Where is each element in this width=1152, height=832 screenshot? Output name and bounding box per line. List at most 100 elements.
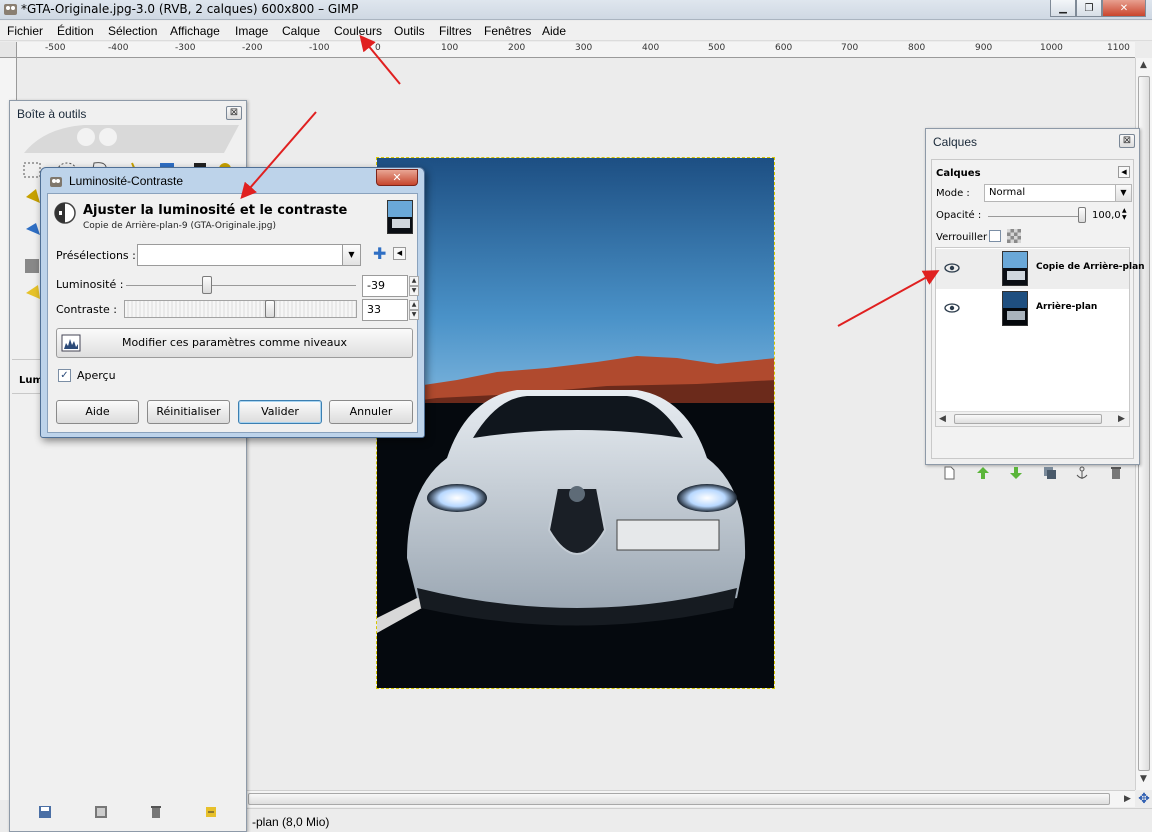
layer-row[interactable]: Copie de Arrière-plan: [936, 249, 1145, 289]
maximize-button[interactable]: ❐: [1076, 0, 1102, 17]
ruler-label: -200: [242, 43, 263, 53]
save-options-icon[interactable]: [38, 805, 52, 819]
presets-select[interactable]: ▼: [137, 244, 361, 266]
status-bar: -plan (8,0 Mio): [244, 808, 1152, 832]
spin-up-icon[interactable]: ▲: [409, 276, 419, 286]
contrast-slider-handle[interactable]: [265, 300, 275, 318]
dialog-title: Luminosité-Contraste: [69, 174, 184, 188]
lock-pixels-checkbox[interactable]: [989, 230, 1001, 242]
opacity-slider-handle[interactable]: [1078, 207, 1086, 223]
brightness-spinbox[interactable]: -39 ▲ ▼: [362, 275, 419, 297]
add-preset-icon[interactable]: ✚: [373, 246, 386, 262]
preset-menu-arrow-icon[interactable]: ◀: [393, 247, 406, 260]
layer-row[interactable]: Arrière-plan: [936, 289, 1129, 329]
reset-options-icon[interactable]: [204, 805, 218, 819]
mode-select[interactable]: Normal ▼: [984, 184, 1132, 202]
ruler-corner[interactable]: [0, 42, 17, 58]
menu-couleurs[interactable]: Couleurs: [334, 24, 382, 38]
menu-fenetres[interactable]: Fenêtres: [484, 24, 531, 38]
navigate-icon[interactable]: ✥: [1136, 791, 1152, 807]
horizontal-ruler[interactable]: -500 -400 -300 -200 -100 0 100 200 300 4…: [17, 42, 1135, 58]
layers-tab-label[interactable]: Calques: [936, 168, 981, 179]
restore-options-icon[interactable]: [94, 805, 108, 819]
menu-affichage[interactable]: Affichage: [170, 24, 220, 38]
spin-up-icon[interactable]: ▲: [409, 300, 419, 310]
scroll-right-arrow-icon[interactable]: ▶: [1118, 414, 1125, 424]
delete-options-icon[interactable]: [149, 805, 163, 819]
tab-menu-arrow-icon[interactable]: ◀: [1118, 166, 1130, 178]
layer-name[interactable]: Copie de Arrière-plan: [1036, 262, 1145, 272]
brightness-contrast-icon: [54, 202, 76, 224]
dialog-heading: Ajuster la luminosité et le contraste: [83, 203, 348, 218]
menu-filtres[interactable]: Filtres: [439, 24, 472, 38]
ruler-label: 400: [642, 43, 660, 53]
image-canvas[interactable]: [376, 157, 775, 689]
layers-close-icon[interactable]: ⊠: [1119, 134, 1135, 148]
help-button[interactable]: Aide: [56, 400, 139, 424]
menu-selection[interactable]: Sélection: [108, 24, 157, 38]
layer-name[interactable]: Arrière-plan: [1036, 302, 1097, 312]
dialog-close-button[interactable]: ✕: [376, 169, 418, 186]
layers-scroll-thumb[interactable]: [954, 414, 1102, 424]
anchor-layer-icon[interactable]: [1075, 466, 1089, 480]
preview-checkbox[interactable]: ✓: [58, 369, 71, 382]
menu-calque[interactable]: Calque: [282, 24, 320, 38]
contrast-label: Contraste :: [56, 303, 117, 316]
edit-as-levels-label: Modifier ces paramètres comme niveaux: [121, 336, 348, 349]
spin-down-icon[interactable]: ▼: [409, 310, 419, 320]
chevron-down-icon[interactable]: ▼: [342, 245, 360, 265]
contrast-slider-track[interactable]: [124, 300, 357, 318]
layer-thumbnail: [1002, 251, 1028, 286]
layers-list: Copie de Arrière-plan Arrière-plan ◀ ▶: [935, 247, 1145, 427]
new-layer-icon[interactable]: [942, 466, 956, 480]
minimize-button[interactable]: ▁: [1050, 0, 1076, 17]
status-text: -plan (8,0 Mio): [252, 815, 330, 829]
scroll-up-arrow-icon[interactable]: ▲: [1140, 60, 1147, 70]
contrast-spinbox[interactable]: 33 ▲ ▼: [362, 299, 419, 321]
reset-button[interactable]: Réinitialiser: [147, 400, 230, 424]
toolbox-close-icon[interactable]: ⊠: [226, 106, 242, 120]
opacity-slider-track[interactable]: [988, 216, 1084, 217]
opacity-value[interactable]: 100,0: [1092, 210, 1121, 221]
brightness-contrast-dialog: Luminosité-Contraste ✕ Ajuster la lumino…: [40, 167, 425, 438]
horizontal-scrollbar[interactable]: ▶: [244, 790, 1135, 807]
brightness-slider-track[interactable]: [126, 285, 356, 286]
horizontal-scroll-thumb[interactable]: [248, 793, 1110, 805]
window-titlebar: *GTA-Originale.jpg-3.0 (RVB, 2 calques) …: [0, 0, 1152, 20]
menu-edition[interactable]: Édition: [57, 24, 94, 38]
close-button[interactable]: ✕: [1102, 0, 1146, 17]
scroll-right-arrow-icon[interactable]: ▶: [1124, 794, 1131, 804]
spin-down-icon[interactable]: ▼: [409, 286, 419, 296]
layers-hscrollbar[interactable]: ◀ ▶: [936, 411, 1129, 426]
scroll-left-arrow-icon[interactable]: ◀: [939, 414, 946, 424]
ruler-label: 300: [575, 43, 593, 53]
lock-label: Verrouiller :: [936, 232, 994, 243]
raise-layer-icon[interactable]: [976, 466, 990, 480]
dialog-subtitle: Copie de Arrière-plan-9 (GTA-Originale.j…: [83, 221, 276, 231]
cancel-button[interactable]: Annuler: [329, 400, 413, 424]
brightness-slider-handle[interactable]: [202, 276, 212, 294]
contrast-value: 33: [367, 303, 381, 316]
menu-fichier[interactable]: Fichier: [7, 24, 43, 38]
lower-layer-icon[interactable]: [1009, 466, 1023, 480]
ok-button[interactable]: Valider: [238, 400, 322, 424]
scroll-down-arrow-icon[interactable]: ▼: [1140, 774, 1147, 784]
gimp-dialog-icon: [50, 177, 62, 187]
delete-layer-icon[interactable]: [1109, 466, 1123, 480]
opacity-spin-icon[interactable]: ▲ ▼: [1122, 207, 1127, 221]
menu-image[interactable]: Image: [235, 24, 268, 38]
ruler-label: 900: [975, 43, 993, 53]
edit-as-levels-button[interactable]: Modifier ces paramètres comme niveaux: [56, 328, 413, 358]
preview-label[interactable]: Aperçu: [77, 369, 116, 382]
gimp-app-icon: [4, 4, 17, 15]
menu-outils[interactable]: Outils: [394, 24, 425, 38]
duplicate-layer-icon[interactable]: [1043, 466, 1057, 480]
eye-icon[interactable]: [944, 262, 960, 274]
lock-alpha-icon[interactable]: [1007, 229, 1021, 243]
chevron-down-icon[interactable]: ▼: [1115, 185, 1131, 201]
eye-icon[interactable]: [944, 302, 960, 314]
window-title: *GTA-Originale.jpg-3.0 (RVB, 2 calques) …: [21, 2, 359, 16]
ruler-label: 200: [508, 43, 526, 53]
brightness-label: Luminosité :: [56, 278, 124, 291]
menu-aide[interactable]: Aide: [542, 24, 566, 38]
